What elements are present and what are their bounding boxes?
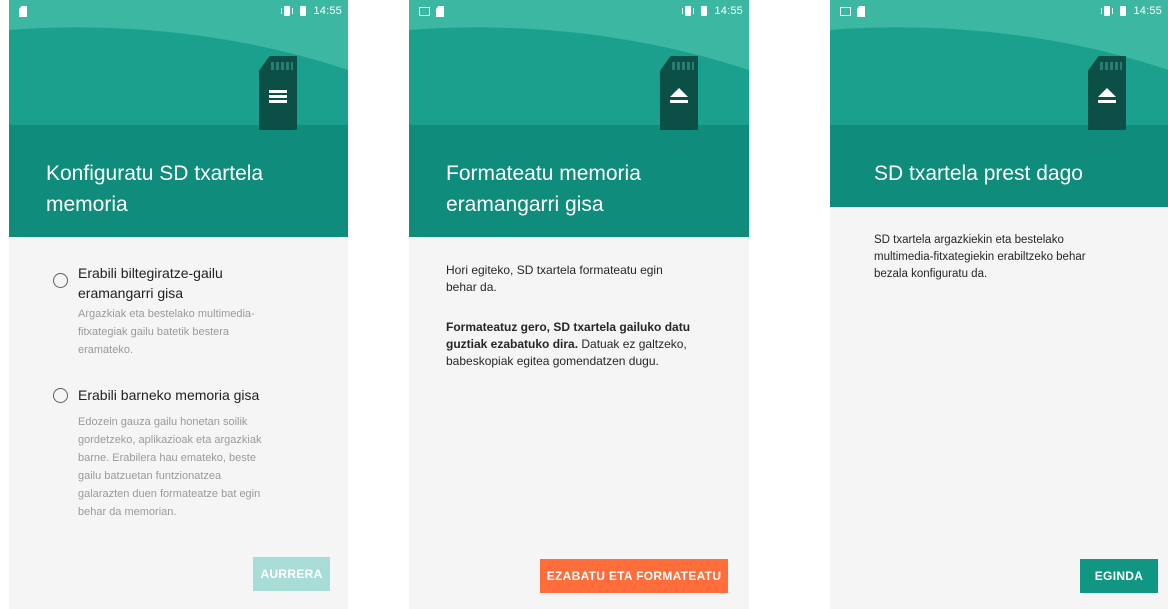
paragraph-line: multimedia-fitxategiekin erabiltzeko beh… — [874, 251, 1086, 263]
sd-card-eject-icon — [660, 56, 698, 130]
desc-line: Argazkiak eta bestelako multimedia- — [78, 308, 255, 320]
vibrate-icon — [682, 6, 695, 16]
sd-card-eject-icon — [1088, 56, 1126, 130]
format-warning-text: Formateatuz gero, SD txartela gailuko da… — [446, 319, 741, 370]
ready-message-text: SD txartela argazkiekin eta bestelako mu… — [874, 232, 1164, 283]
desc-line: galarazten duen formateatze bat egin — [78, 488, 261, 500]
radio-button-internal[interactable] — [53, 388, 68, 403]
battery-icon — [300, 6, 307, 16]
vibrate-icon — [281, 6, 294, 16]
image-status-icon — [419, 7, 430, 16]
paragraph-line: bezala konfiguratu da. — [874, 268, 988, 280]
next-button[interactable]: AURRERA — [253, 557, 330, 591]
vibrate-icon — [1101, 6, 1114, 16]
screen-format-portable: 14:55 Formateatu memoria eramangarri gis… — [409, 0, 749, 609]
title-line-2: memoria — [46, 193, 128, 216]
option-label-line: Erabili biltegiratze-gailu — [78, 265, 223, 281]
battery-icon — [701, 6, 708, 16]
desc-line: Edozein gauza gailu honetan soilik — [78, 416, 248, 428]
option-portable-label: Erabili biltegiratze-gailu eramangarri g… — [78, 263, 323, 303]
done-button[interactable]: EGINDA — [1080, 559, 1158, 593]
option-portable-description: Argazkiak eta bestelako multimedia- fitx… — [78, 305, 323, 359]
radio-button-portable[interactable] — [53, 273, 68, 288]
page-title: Konfiguratu SD txartela memoria — [46, 158, 326, 220]
title-line-1: Konfiguratu SD txartela — [46, 162, 264, 185]
option-internal-description: Edozein gauza gailu honetan soilik gorde… — [78, 413, 323, 521]
status-time: 14:55 — [714, 5, 743, 17]
paragraph-line: behar da. — [446, 280, 497, 294]
status-bar: 14:55 — [830, 0, 1168, 24]
status-bar: 14:55 — [9, 0, 348, 24]
option-label-line: Erabili barneko memoria gisa — [78, 387, 260, 403]
status-time: 14:55 — [313, 5, 342, 17]
desc-line: eramateko. — [78, 344, 134, 356]
battery-icon — [1120, 6, 1127, 16]
paragraph-line: babeskopiak egitea gomendatzen dugu. — [446, 354, 659, 368]
status-bar: 14:55 — [409, 0, 749, 24]
warning-bold-text: Formateatuz gero, SD txartela gailuko da… — [446, 320, 691, 334]
screen-sd-ready: 14:55 SD txartela prest dago SD txartela… — [830, 0, 1168, 609]
sd-card-status-icon — [857, 6, 865, 17]
paragraph-line: Datuak ez galtzeko, — [578, 337, 687, 351]
screen-setup-sd-card: 14:55 Konfiguratu SD txartela memoria Er… — [9, 0, 348, 609]
desc-line: gordetzeko, aplikazioak eta argazkiak — [78, 434, 262, 446]
paragraph-line: SD txartela argazkiekin eta bestelako — [874, 234, 1064, 246]
page-title: Formateatu memoria eramangarri gisa — [446, 158, 726, 220]
title-line-1: Formateatu memoria — [446, 162, 641, 185]
format-instruction-text: Hori egiteko, SD txartela formateatu egi… — [446, 262, 736, 296]
title-line-2: eramangarri gisa — [446, 193, 604, 216]
option-internal-label: Erabili barneko memoria gisa — [78, 385, 323, 405]
header: 14:55 Konfiguratu SD txartela memoria — [9, 0, 348, 237]
option-label-line: eramangarri gisa — [78, 285, 184, 301]
status-time: 14:55 — [1133, 5, 1162, 17]
erase-and-format-button[interactable]: EZABATU ETA FORMATEATU — [540, 559, 728, 593]
desc-line: barne. Erabilera hau emateko, beste — [78, 452, 256, 464]
sd-card-status-icon — [436, 6, 444, 17]
header: 14:55 SD txartela prest dago — [830, 0, 1168, 207]
warning-bold-text: guztiak ezabatuko dira. — [446, 337, 579, 351]
image-status-icon — [840, 7, 851, 16]
desc-line: behar da memorian. — [78, 506, 177, 518]
sd-card-status-icon — [19, 6, 27, 17]
page-title: SD txartela prest dago — [874, 158, 1154, 189]
desc-line: fitxategiak gailu batetik bestera — [78, 326, 230, 338]
title-line-1: SD txartela prest dago — [874, 162, 1083, 185]
desc-line: gailu batzuetan funtzionatzea — [78, 470, 222, 482]
sd-card-list-icon — [259, 56, 297, 130]
paragraph-line: Hori egiteko, SD txartela formateatu egi… — [446, 263, 663, 277]
header: 14:55 Formateatu memoria eramangarri gis… — [409, 0, 749, 237]
